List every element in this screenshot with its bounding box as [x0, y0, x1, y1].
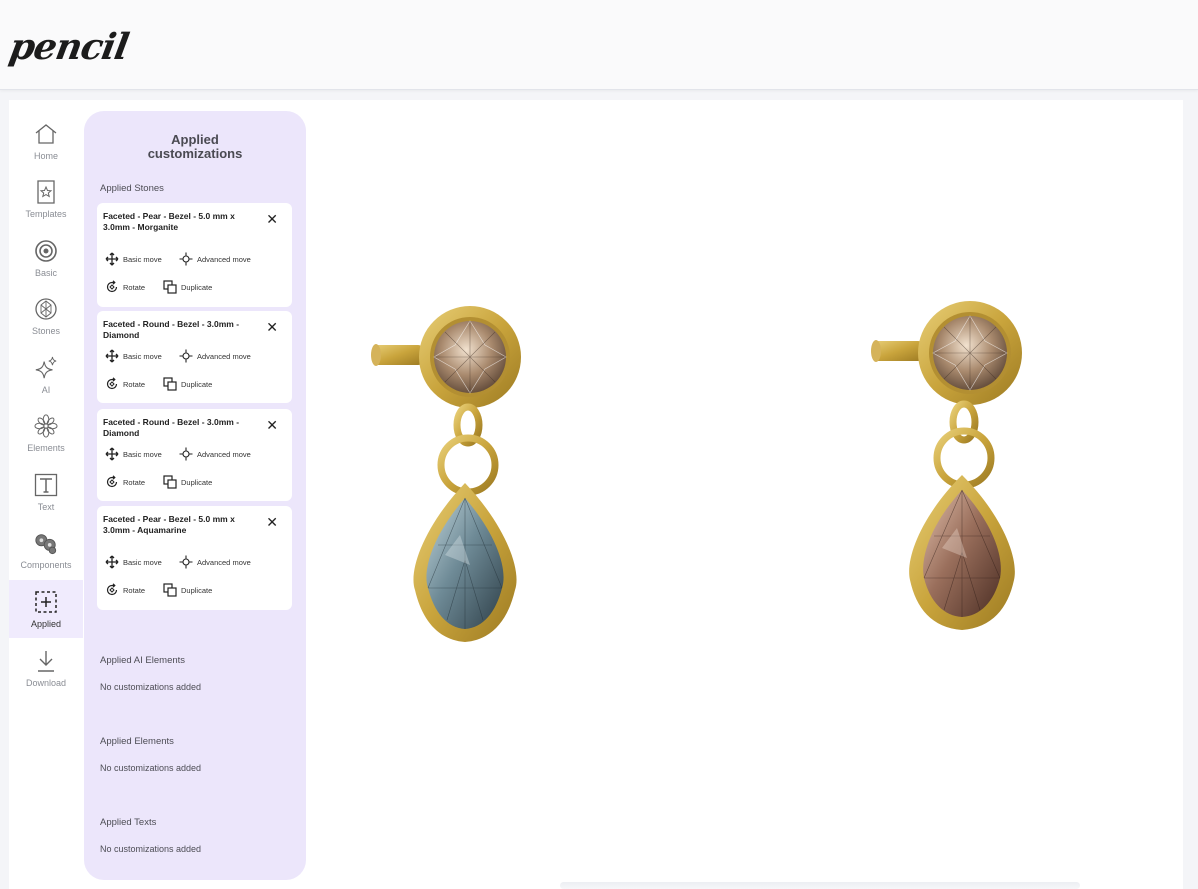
app-logo[interactable]: pencil	[6, 26, 131, 68]
basic-icon	[34, 239, 58, 263]
canvas-bottom-edge	[560, 882, 1080, 889]
empty-state-text: No customizations added	[100, 763, 202, 773]
stone-card: Faceted - Round - Bezel - 3.0mm - Diamon…	[97, 311, 292, 403]
panel-title: Applied customizations	[147, 132, 243, 161]
advanced-move-icon	[179, 447, 193, 461]
rotate-icon	[106, 583, 118, 596]
sidebar-nav: Home Templates Basic Stones AI Elements	[9, 112, 83, 692]
advanced-move-icon	[179, 349, 193, 363]
sidebar-item-download[interactable]: Download	[9, 639, 83, 697]
ai-sparkle-icon	[34, 356, 58, 380]
sidebar-item-ai[interactable]: AI	[9, 346, 83, 404]
advanced-move-button[interactable]: Advanced move	[179, 447, 251, 461]
advanced-move-icon	[179, 555, 193, 569]
rotate-icon	[106, 280, 118, 293]
earring-right[interactable]	[871, 301, 1022, 630]
sidebar-item-label: Components	[20, 560, 72, 570]
sidebar-item-templates[interactable]: Templates	[9, 170, 83, 228]
top-bar: pencil	[0, 0, 1198, 90]
sidebar-item-label: AI	[41, 385, 51, 395]
earring-left[interactable]	[371, 306, 521, 642]
sidebar-item-label: Applied	[30, 619, 62, 629]
download-icon	[34, 649, 58, 673]
duplicate-icon	[163, 280, 177, 294]
templates-icon	[34, 180, 58, 204]
sidebar-item-text[interactable]: Text	[9, 463, 83, 521]
move-arrows-icon	[105, 447, 119, 461]
move-arrows-icon	[105, 349, 119, 363]
duplicate-icon	[163, 475, 177, 489]
duplicate-button[interactable]: Duplicate	[163, 583, 212, 597]
basic-move-button[interactable]: Basic move	[105, 252, 162, 266]
close-icon[interactable]: ✕	[266, 212, 278, 226]
close-icon[interactable]: ✕	[266, 515, 278, 529]
stone-name: Faceted - Pear - Bezel - 5.0 mm x 3.0mm …	[103, 514, 235, 535]
duplicate-icon	[163, 583, 177, 597]
sidebar-item-label: Home	[33, 151, 58, 161]
duplicate-button[interactable]: Duplicate	[163, 475, 212, 489]
text-icon	[34, 473, 58, 497]
applied-ai-elements-heading: Applied AI Elements	[100, 655, 186, 666]
stone-card: Faceted - Pear - Bezel - 5.0 mm x 3.0mm …	[97, 506, 292, 610]
close-icon[interactable]: ✕	[266, 320, 278, 334]
applied-texts-heading: Applied Texts	[100, 817, 157, 828]
rotate-icon	[106, 377, 118, 390]
duplicate-button[interactable]: Duplicate	[163, 377, 212, 391]
applied-stones-heading: Applied Stones	[100, 183, 164, 194]
rotate-button[interactable]: Rotate	[105, 377, 145, 391]
duplicate-icon	[163, 377, 177, 391]
sidebar-item-components[interactable]: Components	[9, 521, 83, 579]
rotate-icon	[106, 475, 118, 488]
sidebar-item-label: Stones	[31, 326, 61, 336]
home-icon	[34, 122, 58, 146]
advanced-move-button[interactable]: Advanced move	[179, 349, 251, 363]
components-icon	[34, 531, 58, 555]
sidebar-item-home[interactable]: Home	[9, 112, 83, 170]
stones-icon	[34, 297, 58, 321]
empty-state-text: No customizations added	[100, 844, 202, 854]
applied-customizations-panel: Applied customizations Applied Stones Fa…	[84, 111, 306, 880]
applied-elements-heading: Applied Elements	[100, 736, 174, 747]
basic-move-button[interactable]: Basic move	[105, 555, 162, 569]
sidebar-item-elements[interactable]: Elements	[9, 404, 83, 462]
sidebar-item-applied[interactable]: Applied	[9, 580, 83, 638]
applied-icon	[34, 590, 58, 614]
stone-name: Faceted - Round - Bezel - 3.0mm - Diamon…	[103, 319, 240, 340]
sidebar-item-label: Basic	[34, 268, 57, 278]
move-arrows-icon	[105, 252, 119, 266]
close-icon[interactable]: ✕	[266, 418, 278, 432]
sidebar-item-label: Text	[37, 502, 55, 512]
sidebar-item-label: Download	[25, 678, 67, 688]
basic-move-button[interactable]: Basic move	[105, 447, 162, 461]
stone-name: Faceted - Round - Bezel - 3.0mm - Diamon…	[103, 417, 240, 438]
sidebar-item-label: Templates	[25, 209, 67, 219]
rotate-button[interactable]: Rotate	[105, 583, 145, 597]
sidebar-item-basic[interactable]: Basic	[9, 229, 83, 287]
empty-state-text: No customizations added	[100, 682, 202, 692]
advanced-move-button[interactable]: Advanced move	[179, 252, 251, 266]
sidebar-item-stones[interactable]: Stones	[9, 287, 83, 345]
advanced-move-button[interactable]: Advanced move	[179, 555, 251, 569]
stone-name: Faceted - Pear - Bezel - 5.0 mm x 3.0mm …	[103, 211, 235, 232]
basic-move-button[interactable]: Basic move	[105, 349, 162, 363]
elements-icon	[34, 414, 58, 438]
design-canvas[interactable]	[320, 290, 1080, 660]
sidebar-item-label: Elements	[27, 443, 65, 453]
advanced-move-icon	[179, 252, 193, 266]
rotate-button[interactable]: Rotate	[105, 280, 145, 294]
duplicate-button[interactable]: Duplicate	[163, 280, 212, 294]
move-arrows-icon	[105, 555, 119, 569]
stone-card: Faceted - Round - Bezel - 3.0mm - Diamon…	[97, 409, 292, 501]
stone-card: Faceted - Pear - Bezel - 5.0 mm x 3.0mm …	[97, 203, 292, 307]
rotate-button[interactable]: Rotate	[105, 475, 145, 489]
